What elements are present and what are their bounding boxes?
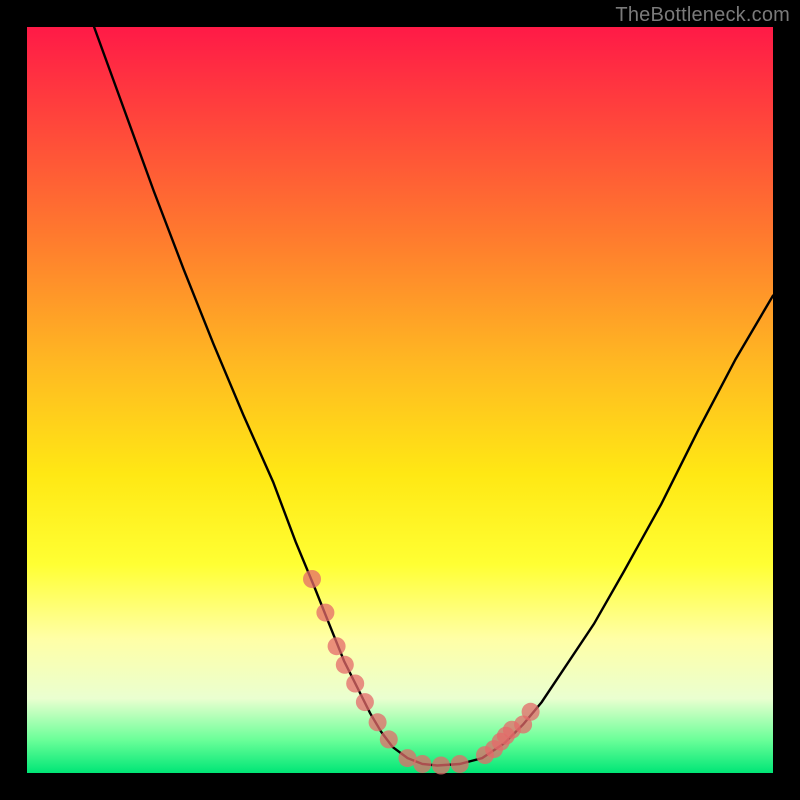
marker-point	[328, 637, 346, 655]
marker-point	[303, 570, 321, 588]
marker-point	[316, 604, 334, 622]
chart-svg	[27, 27, 773, 773]
marker-point	[346, 675, 364, 693]
marker-point	[432, 757, 450, 775]
marker-point	[451, 755, 469, 773]
marker-point	[336, 656, 354, 674]
marker-point	[356, 693, 374, 711]
watermark-text: TheBottleneck.com	[615, 4, 790, 27]
plot-area	[27, 27, 773, 773]
marker-point	[380, 730, 398, 748]
chart-frame: TheBottleneck.com	[0, 0, 800, 800]
marker-point	[369, 713, 387, 731]
marker-point	[522, 703, 540, 721]
highlight-markers	[303, 570, 540, 775]
bottleneck-curve	[94, 27, 773, 766]
marker-point	[413, 755, 431, 773]
